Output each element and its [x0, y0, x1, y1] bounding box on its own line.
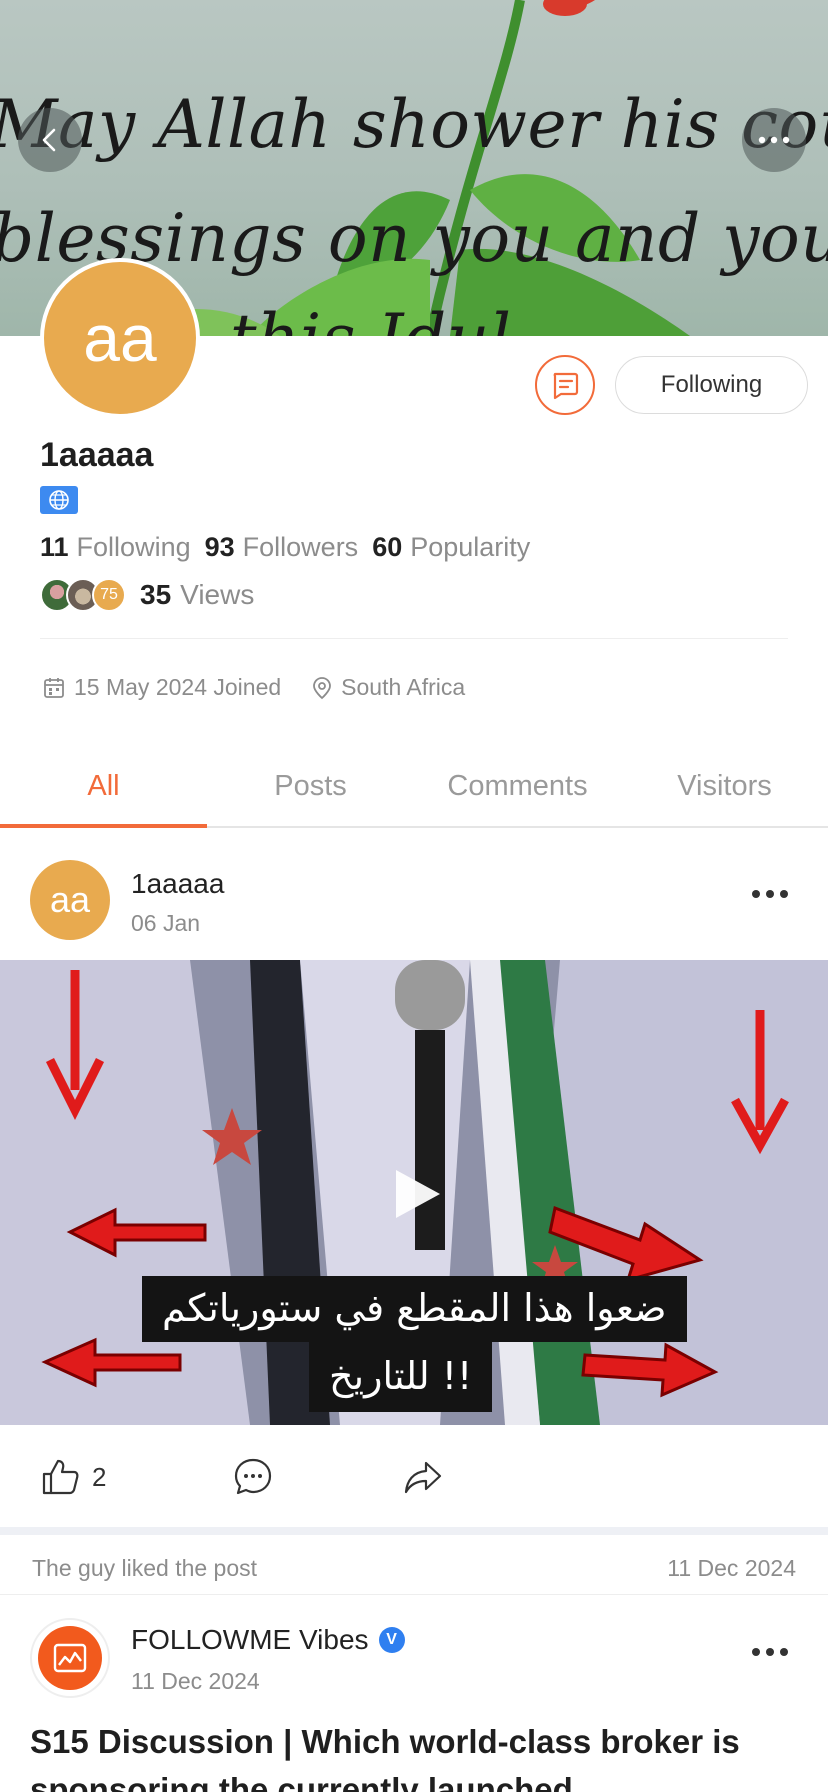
- profile-username: 1aaaaa: [40, 436, 154, 474]
- profile-avatar[interactable]: aa: [40, 258, 200, 418]
- image-chart-icon: [53, 1643, 87, 1673]
- globe-icon: [49, 490, 69, 510]
- views-label: Views: [180, 579, 255, 610]
- author-avatar[interactable]: aa: [30, 860, 110, 940]
- share-icon: [404, 1461, 442, 1494]
- views-count: 35: [140, 579, 172, 610]
- verified-badge-icon: V: [378, 1627, 405, 1653]
- joined-date: 15 May 2024 Joined: [74, 674, 282, 700]
- activity-row: The guy liked the post 11 Dec 2024: [32, 1555, 796, 1582]
- thumbs-up-icon: [42, 1459, 79, 1495]
- video-caption-line2: للتاريخ !!: [309, 1342, 493, 1412]
- activity-date: 11 Dec 2024: [667, 1555, 796, 1581]
- following-count[interactable]: 11: [40, 532, 69, 563]
- divider: [40, 638, 788, 639]
- post-author-name[interactable]: FOLLOWME Vibes: [131, 1624, 369, 1656]
- share-button[interactable]: [402, 1456, 444, 1498]
- activity-text: The guy liked the post: [32, 1555, 258, 1581]
- post-more-button[interactable]: [752, 1648, 788, 1656]
- comment-button[interactable]: [232, 1456, 274, 1498]
- section-separator: [0, 1527, 828, 1535]
- following-button[interactable]: Following: [615, 356, 808, 414]
- followers-label[interactable]: Followers: [243, 532, 359, 563]
- like-count: 2: [92, 1461, 107, 1492]
- followers-count[interactable]: 93: [205, 532, 235, 563]
- message-icon: [553, 372, 579, 400]
- post-author[interactable]: FOLLOWME Vibes V: [131, 1624, 405, 1656]
- popularity-label: Popularity: [410, 532, 531, 562]
- post-headline[interactable]: S15 Discussion | Which world-class broke…: [30, 1718, 810, 1792]
- following-label[interactable]: Following: [77, 532, 191, 563]
- tab-posts[interactable]: Posts: [207, 752, 414, 826]
- cover-text-line3: this Idul: [230, 300, 511, 336]
- globe-badge: [40, 486, 78, 514]
- post-actions: 2: [0, 1436, 828, 1518]
- views-row[interactable]: 75 35 Views: [40, 578, 254, 612]
- chevron-left-icon: [42, 128, 56, 152]
- post-date: 11 Dec 2024: [131, 1668, 260, 1694]
- post-more-button[interactable]: [752, 890, 788, 898]
- divider: [0, 1594, 828, 1595]
- cover-text-line1: May Allah shower his countless: [0, 86, 828, 163]
- more-horizontal-icon: [752, 1648, 760, 1656]
- post-header: FOLLOWME Vibes V 11 Dec 2024: [30, 1618, 798, 1698]
- tab-comments[interactable]: Comments: [414, 752, 621, 826]
- back-button[interactable]: [18, 108, 82, 172]
- location-pin-icon: [311, 676, 333, 700]
- brand-avatar[interactable]: [30, 1618, 110, 1698]
- profile-tabs: All Posts Comments Visitors: [0, 752, 828, 828]
- viewer-count-badge: 75: [92, 578, 126, 612]
- location-text: South Africa: [341, 674, 466, 700]
- more-horizontal-icon: [752, 890, 760, 898]
- like-button[interactable]: 2: [40, 1456, 106, 1498]
- post-header: aa 1aaaaa 06 Jan: [30, 860, 798, 940]
- calendar-icon: [42, 676, 66, 700]
- message-button[interactable]: [535, 355, 595, 415]
- profile-meta: 15 May 2024 Joined South Africa: [42, 674, 465, 701]
- profile-stats: 11 Following 93 Followers 60 Popularity: [40, 532, 544, 563]
- comment-icon: [234, 1458, 272, 1495]
- tab-all[interactable]: All: [0, 752, 207, 828]
- more-horizontal-icon: [758, 136, 790, 144]
- video-caption-line1: ضعوا هذا المقطع في ستورياتكم: [142, 1276, 687, 1342]
- post-date: 06 Jan: [131, 910, 201, 936]
- tab-visitors[interactable]: Visitors: [621, 752, 828, 826]
- popularity-count: 60: [372, 532, 403, 562]
- more-options-button[interactable]: [742, 108, 806, 172]
- post-author[interactable]: 1aaaaa: [131, 868, 224, 900]
